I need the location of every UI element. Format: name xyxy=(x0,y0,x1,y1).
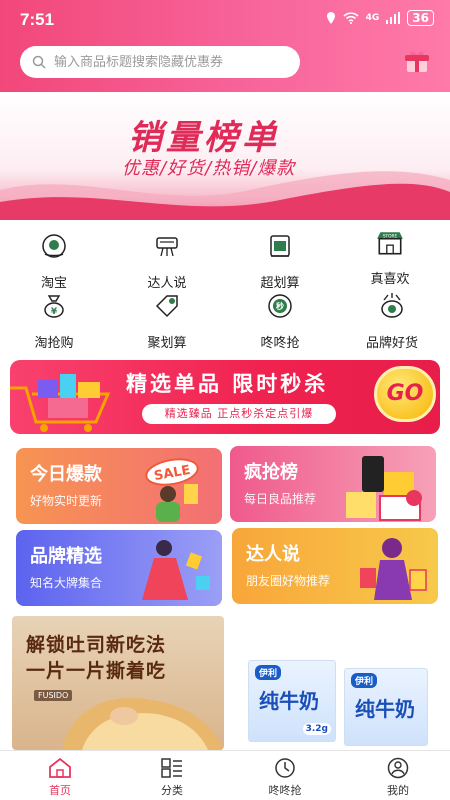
tab-category[interactable]: 分类 xyxy=(132,757,212,798)
card-subtitle: 知名大牌集合 xyxy=(30,576,103,590)
status-icons: 4G 36 xyxy=(326,10,434,26)
category-taobao[interactable]: 淘宝 xyxy=(4,232,104,291)
search-input[interactable] xyxy=(54,54,284,70)
tab-label: 我的 xyxy=(387,784,409,797)
store-icon: STORE xyxy=(377,232,403,255)
category-grid: 淘宝 达人说 超划算 STORE 真喜欢 ¥ 淘抢购 聚划算 秒 咚咚抢 品牌好… xyxy=(0,220,450,358)
flash-sale-tagline: 精选臻品 正点秒杀定点引爆 xyxy=(142,404,336,424)
card-brand-select[interactable]: 品牌精选 知名大牌集合 xyxy=(16,530,222,606)
svg-text:¥: ¥ xyxy=(51,307,58,317)
milk-brand-logo: 伊利 xyxy=(255,665,282,680)
banner-title: 销量榜单 xyxy=(128,118,280,158)
card-title: 达人说 xyxy=(246,544,300,565)
grab-icon: 秒 xyxy=(268,294,292,318)
category-juhuasuan[interactable]: 聚划算 xyxy=(117,292,217,351)
milk-brand-logo: 伊利 xyxy=(351,673,378,688)
card-hot-today[interactable]: 今日爆款 好物实时更新 SALE xyxy=(16,448,222,524)
moneybag-icon: ¥ xyxy=(44,295,64,318)
card-title: 今日爆款 xyxy=(30,464,102,485)
shopping-cart-icon xyxy=(10,374,111,432)
shopper-illustration xyxy=(360,538,427,600)
sale-illustration: SALE xyxy=(145,458,199,522)
tab-home[interactable]: 首页 xyxy=(20,757,100,798)
go-button[interactable]: GO xyxy=(374,366,436,422)
battery-indicator: 36 xyxy=(407,10,434,26)
card-title: 品牌精选 xyxy=(30,546,102,567)
bargain-icon xyxy=(270,235,290,257)
toast-ad-line2: 一片一片撕着吃 xyxy=(26,660,167,682)
banner-wave xyxy=(0,171,450,220)
milk-box-2: 伊利 纯牛奶 xyxy=(344,668,428,746)
home-icon xyxy=(49,757,71,778)
brand-icon xyxy=(381,293,403,318)
card-subtitle: 好物实时更新 xyxy=(30,494,103,508)
toast-ad-line1: 解锁吐司新吃法 xyxy=(26,634,167,656)
svg-text:秒: 秒 xyxy=(276,301,284,311)
category-label: 超划算 xyxy=(260,276,300,291)
network-label: 4G xyxy=(365,13,380,23)
category-daren[interactable]: 达人说 xyxy=(117,232,217,291)
tag-icon xyxy=(155,295,178,318)
tab-mine[interactable]: 我的 xyxy=(358,757,438,798)
camera-icon xyxy=(156,237,178,257)
signal-icon xyxy=(386,12,401,24)
search-icon xyxy=(32,55,46,69)
gift-icon[interactable] xyxy=(404,50,430,74)
taobao-icon xyxy=(42,234,66,258)
search-bar[interactable] xyxy=(20,46,300,78)
milk-name: 纯牛奶 xyxy=(355,697,415,721)
wifi-icon xyxy=(343,12,359,24)
category-label: 咚咚抢 xyxy=(260,336,300,351)
bottom-tab-bar: 首页 分类 咚咚抢 我的 xyxy=(0,750,450,800)
header-bar: 7:51 4G 36 xyxy=(0,0,450,92)
category-store[interactable]: STORE 真喜欢 xyxy=(340,228,440,287)
card-subtitle: 朋友圈好物推荐 xyxy=(246,574,331,588)
tab-label: 分类 xyxy=(161,784,183,797)
category-brand[interactable]: 品牌好货 xyxy=(342,292,442,351)
tab-label: 咚咚抢 xyxy=(268,784,302,797)
location-icon xyxy=(326,12,335,24)
feature-cards: 今日爆款 好物实时更新 SALE 疯抢榜 每日良品推荐 品牌精选 知名大牌集合 xyxy=(0,440,450,608)
card-rush-rank[interactable]: 疯抢榜 每日良品推荐 xyxy=(230,446,436,522)
milk-box: 伊利 纯牛奶 3.2g xyxy=(248,660,336,742)
flash-sale-banner[interactable]: 精选单品 限时秒杀 精选臻品 正点秒杀定点引爆 GO xyxy=(0,358,450,440)
toast-ad[interactable]: 解锁吐司新吃法 一片一片撕着吃 FUSIDO xyxy=(12,616,224,750)
toast-image xyxy=(62,697,224,750)
milk-name: 纯牛奶 xyxy=(259,689,319,713)
category-label: 品牌好货 xyxy=(365,336,418,351)
card-subtitle: 每日良品推荐 xyxy=(244,492,317,506)
category-icon xyxy=(161,758,182,778)
product-ads: 解锁吐司新吃法 一片一片撕着吃 FUSIDO 伊利 纯牛奶 3.2g 伊利 纯牛… xyxy=(0,608,450,750)
card-daren-say[interactable]: 达人说 朋友圈好物推荐 xyxy=(232,528,438,604)
user-icon xyxy=(387,757,409,779)
category-taoqiang[interactable]: ¥ 淘抢购 xyxy=(4,292,104,351)
category-bargain[interactable]: 超划算 xyxy=(230,232,330,291)
gifts-illustration xyxy=(346,456,422,521)
category-label: 淘宝 xyxy=(40,276,67,291)
category-label: 淘抢购 xyxy=(34,336,74,351)
status-bar: 7:51 4G 36 xyxy=(0,0,450,38)
category-label: 聚划算 xyxy=(147,336,187,351)
status-time: 7:51 xyxy=(20,10,55,29)
protein-badge: 3.2g xyxy=(302,723,331,735)
clock-icon xyxy=(275,758,295,778)
dancer-illustration xyxy=(142,540,210,600)
category-label: 真喜欢 xyxy=(370,272,410,287)
tab-label: 首页 xyxy=(49,784,71,797)
category-label: 达人说 xyxy=(147,276,187,291)
card-title: 疯抢榜 xyxy=(244,462,298,483)
milk-ad[interactable]: 伊利 纯牛奶 3.2g 伊利 纯牛奶 xyxy=(236,616,442,750)
sales-ranking-banner[interactable]: 销量榜单 优惠/好货/热销/爆款 xyxy=(0,92,450,220)
flash-sale-title: 精选单品 限时秒杀 xyxy=(126,372,329,396)
category-dongdong[interactable]: 秒 咚咚抢 xyxy=(230,292,330,351)
tab-dongdong[interactable]: 咚咚抢 xyxy=(245,757,325,798)
